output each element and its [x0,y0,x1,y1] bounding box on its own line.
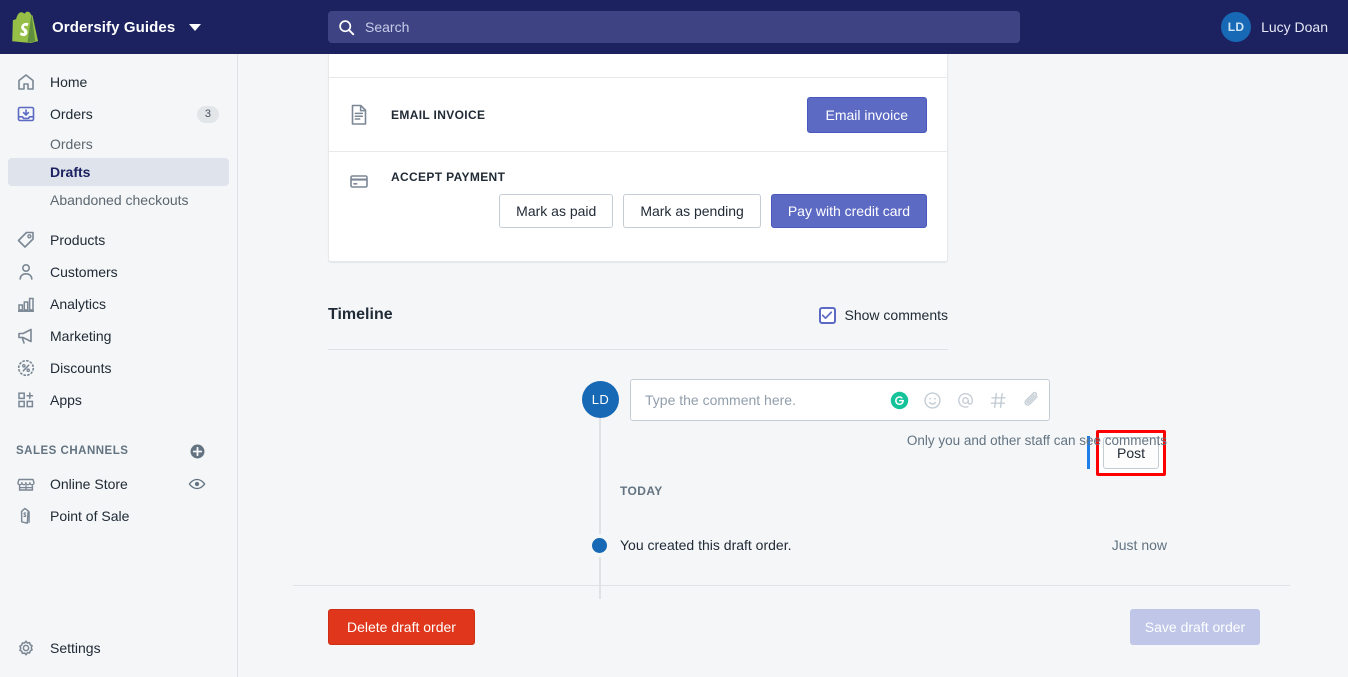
search-bar[interactable]: Search [328,11,1020,43]
timeline-event-text: You created this draft order. [620,537,792,553]
email-invoice-button[interactable]: Email invoice [806,96,927,133]
orders-inbox-icon [17,106,35,122]
timeline-divider [328,349,948,350]
credit-card-icon [350,175,368,188]
sidebar-item-label: Discounts [50,360,112,376]
document-invoice-icon [351,104,367,125]
sidebar-item-home[interactable]: Home [8,66,229,98]
show-comments-toggle[interactable]: Show comments [818,306,948,324]
comment-privacy-note: Only you and other staff can see comment… [906,433,1167,448]
top-bar: Ordersify Guides Search LD Lucy Doan [0,0,1348,54]
sidebar-item-label: Settings [50,640,101,656]
comment-input[interactable]: Type the comment here. [630,379,1050,421]
home-icon [18,74,34,90]
mention-at-icon[interactable] [956,391,975,410]
sidebar-item-label: Apps [50,392,82,408]
sidebar-subitem-label: Abandoned checkouts [50,192,189,208]
avatar: LD [1221,12,1252,42]
plus-circle-icon[interactable] [189,443,206,460]
sidebar-item-label: Orders [50,106,93,122]
grammarly-icon[interactable] [890,391,909,410]
timeline-title: Timeline [328,306,393,323]
apps-grid-plus-icon [18,392,34,408]
show-comments-label: Show comments [844,307,948,323]
sales-channels-header: SALES CHANNELS [8,438,229,464]
email-invoice-label: EMAIL INVOICE [391,107,486,122]
person-icon [19,263,33,280]
sidebar: Home Orders 3 Orders Drafts Abandoned ch… [0,54,238,677]
sidebar-item-orders[interactable]: Orders 3 [8,98,229,130]
sidebar-item-discounts[interactable]: Discounts [8,352,229,384]
main-content: EMAIL INVOICE Email invoice ACCEPT PAYME… [238,54,1348,677]
user-menu[interactable]: LD Lucy Doan [1221,0,1328,54]
mark-as-pending-button[interactable]: Mark as pending [623,194,761,228]
sidebar-item-label: Marketing [50,328,112,344]
pos-bag-icon [20,507,30,524]
sidebar-item-apps[interactable]: Apps [8,384,229,416]
email-invoice-row: EMAIL INVOICE Email invoice [329,78,947,151]
check-icon [821,311,833,320]
eye-icon[interactable] [188,475,206,493]
sidebar-item-point-of-sale[interactable]: Point of Sale [8,500,229,532]
accept-payment-row: ACCEPT PAYMENT [329,152,947,194]
chevron-down-icon [189,23,202,31]
sidebar-item-marketing[interactable]: Marketing [8,320,229,352]
paperclip-attachment-icon[interactable] [1022,391,1041,410]
storefront-icon [17,478,35,491]
payment-card: EMAIL INVOICE Email invoice ACCEPT PAYME… [328,54,948,262]
comment-toolbar [890,391,1049,410]
save-draft-order-button: Save draft order [1130,609,1260,645]
sidebar-item-products[interactable]: Products [8,224,229,256]
comment-author-avatar: LD [582,381,619,418]
sidebar-item-online-store[interactable]: Online Store [8,468,229,500]
emoji-smiley-icon[interactable] [923,391,942,410]
mark-as-paid-button[interactable]: Mark as paid [499,194,614,228]
bar-chart-icon [18,297,34,312]
sidebar-item-label: Online Store [50,476,128,492]
brand-store-switcher[interactable]: Ordersify Guides [0,0,238,54]
gear-icon [19,640,33,656]
timeline-event-time: Just now [1111,537,1167,553]
timeline-header: Timeline Show comments [328,306,948,324]
sidebar-subitem-label: Orders [50,136,93,152]
user-name: Lucy Doan [1261,19,1328,35]
footer-divider [293,585,1290,586]
accept-payment-label: ACCEPT PAYMENT [391,170,506,184]
sidebar-subitem-label: Drafts [50,164,91,180]
sidebar-item-settings[interactable]: Settings [0,632,238,664]
tag-icon [17,231,34,248]
pay-with-credit-card-button[interactable]: Pay with credit card [770,194,927,228]
sidebar-item-label: Point of Sale [50,508,130,524]
sidebar-item-analytics[interactable]: Analytics [8,288,229,320]
orders-count-badge: 3 [196,105,219,123]
percent-badge-icon [17,359,35,377]
sidebar-subitem-drafts[interactable]: Drafts [8,158,229,186]
sidebar-item-customers[interactable]: Customers [8,256,229,288]
sidebar-item-label: Products [50,232,106,248]
timeline-day-label: TODAY [620,484,663,498]
search-input-placeholder: Search [365,19,410,35]
sidebar-item-label: Home [50,74,88,90]
search-icon [339,19,355,35]
show-comments-checkbox[interactable] [818,306,836,324]
sidebar-subitem-abandoned-checkouts[interactable]: Abandoned checkouts [8,186,229,214]
megaphone-icon [18,328,32,344]
delete-draft-order-button[interactable]: Delete draft order [328,609,475,645]
sidebar-item-label: Customers [50,264,118,280]
hashtag-icon[interactable] [989,391,1008,410]
timeline-event-dot [592,538,607,553]
brand-name: Ordersify Guides [52,18,176,36]
sidebar-item-label: Analytics [50,296,107,312]
sidebar-subitem-orders[interactable]: Orders [8,130,229,158]
comment-input-placeholder: Type the comment here. [645,392,796,408]
timeline-connector-line [599,399,601,599]
sales-channels-title: SALES CHANNELS [16,445,129,457]
shopify-bag-icon [12,11,39,43]
